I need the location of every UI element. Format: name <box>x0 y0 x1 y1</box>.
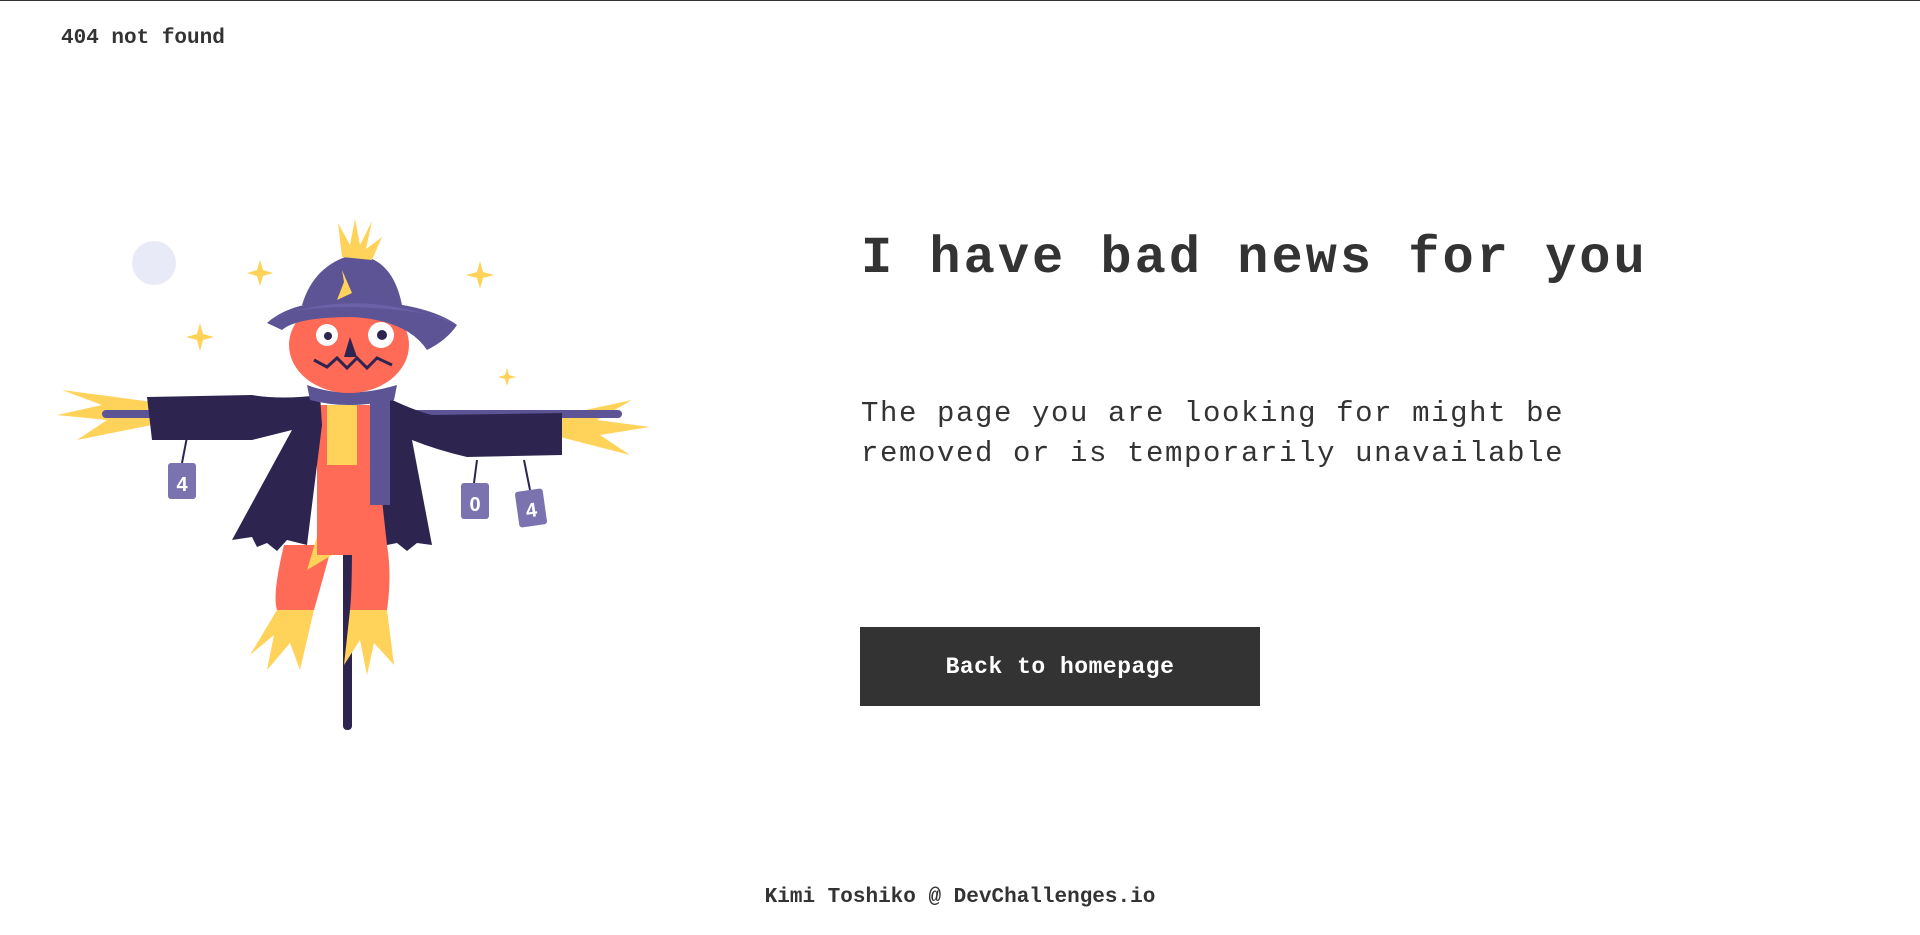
brand-title: 404 not found <box>61 27 225 50</box>
sparkle-icon <box>247 260 273 286</box>
can-string <box>181 436 188 464</box>
hat-crown <box>302 255 402 305</box>
coat-right <box>377 395 562 551</box>
eye-left-pupil <box>324 332 332 340</box>
straw-foot-left <box>250 610 314 670</box>
can-string <box>473 459 478 484</box>
can-digit-2: 0 <box>469 494 480 516</box>
headline: I have bad news for you <box>861 229 1648 288</box>
moon-shape <box>132 241 176 285</box>
hat-straw <box>338 219 382 260</box>
sparkle-icon <box>186 323 214 351</box>
sparkle-icon <box>466 261 494 289</box>
scarecrow-illustration: 4 0 4 <box>52 215 672 735</box>
shirt-stripe <box>327 405 357 465</box>
footer-credit: Kimi Toshiko @ DevChallenges.io <box>764 886 1156 909</box>
can-digit-1: 4 <box>176 474 188 496</box>
can-string <box>523 459 531 491</box>
back-to-homepage-button[interactable]: Back to homepage <box>860 627 1260 706</box>
scarf-tail <box>370 400 390 505</box>
error-message: The page you are looking for might be re… <box>861 397 1565 470</box>
straw-right-hand <box>560 400 650 455</box>
eye-right-pupil <box>377 330 387 340</box>
sparkle-icon <box>498 368 516 386</box>
